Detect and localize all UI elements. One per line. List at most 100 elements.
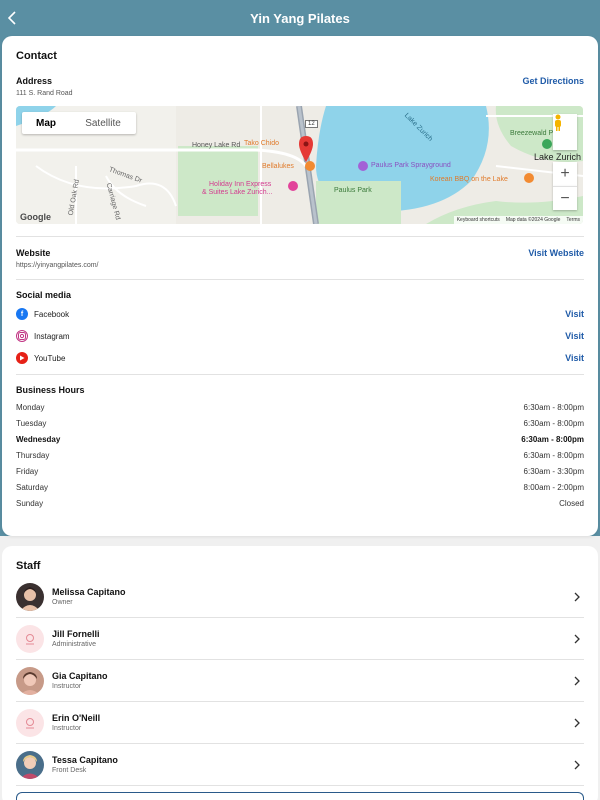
hours-day: Thursday [16,450,50,460]
website-label: Website [16,248,51,258]
hours-day: Wednesday [16,434,61,444]
staff-card: Staff Melissa Capitano Owner Jill Fornel… [2,546,598,800]
youtube-icon [16,352,28,364]
avatar [16,750,44,779]
map-label-sprayground: Paulus Park Sprayground [371,162,451,169]
chevron-right-icon [570,674,584,688]
website-value: https://yinyangpilates.com/ [16,262,99,269]
hours-row-thursday: Thursday 6:30am - 8:00pm [16,447,584,463]
hours-day: Friday [16,466,39,476]
social-media-title: Social media [16,290,72,300]
zoom-in-button[interactable]: + [553,162,577,186]
staff-role: Front Desk [52,767,87,774]
social-name: YouTube [34,353,66,363]
hours-row-sunday: Sunday Closed [16,495,584,511]
staff-role: Instructor [52,683,82,690]
divider [16,279,584,280]
hours-day: Tuesday [16,418,47,428]
youtube-visit-link[interactable]: Visit [565,353,584,363]
hours-time: 6:30am - 8:00pm [521,434,584,444]
get-directions-link[interactable]: Get Directions [522,76,584,86]
hours-time: 6:30am - 8:00pm [523,402,584,412]
map-label-bellalukes: Bellalukes [262,163,294,170]
facebook-icon: f [16,308,28,320]
facebook-visit-link[interactable]: Visit [565,309,584,319]
hours-day: Saturday [16,482,49,492]
street-view-pegman[interactable] [553,114,577,150]
hours-row-wednesday: Wednesday 6:30am - 8:00pm [16,431,584,447]
chevron-right-icon [570,632,584,646]
chevron-right-icon [570,716,584,730]
visit-website-link[interactable]: Visit Website [528,248,584,258]
website-row: Website https://yinyangpilates.com/ Visi… [16,248,584,269]
map-label-holiday-inn-1: Holiday Inn Express [209,181,272,188]
partial-button-edge[interactable] [16,792,584,800]
address-value: 111 S. Rand Road [16,90,73,97]
social-name: Instagram [34,331,70,341]
avatar [16,582,44,611]
staff-row[interactable]: Gia Capitano Instructor [16,660,584,702]
divider [16,236,584,237]
back-button[interactable] [2,6,22,30]
divider [16,374,584,375]
staff-name: Jill Fornelli [52,629,100,639]
top-bar: Yin Yang Pilates [0,0,600,36]
contact-card: Contact Address 111 S. Rand Road Get Dir… [2,36,598,536]
instagram-visit-link[interactable]: Visit [565,331,584,341]
keyboard-shortcuts-link[interactable]: Keyboard shortcuts [457,217,500,223]
map-label-route: 12 [305,120,318,128]
terms-link[interactable]: Terms [566,217,580,223]
hours-row-tuesday: Tuesday 6:30am - 8:00pm [16,415,584,431]
map-view[interactable]: Map Satellite Honey Lake Rd Tako Chido B… [16,106,583,224]
social-row-youtube: YouTube Visit [16,347,584,369]
yin-yang-logo-icon [26,633,34,644]
hours-time: 6:30am - 8:00pm [523,418,584,428]
map-tab-map[interactable]: Map [22,112,70,134]
map-type-tabs: Map Satellite [22,112,136,134]
staff-role: Instructor [52,725,82,732]
chevron-left-icon [8,11,16,25]
hours-time: 6:30am - 3:30pm [523,466,584,476]
staff-name: Gia Capitano [52,671,108,681]
staff-row[interactable]: Erin O'Neill Instructor [16,702,584,744]
hours-time: Closed [559,498,584,508]
page-title: Yin Yang Pilates [250,10,350,26]
zoom-out-button[interactable]: − [553,186,577,210]
map-attribution: Keyboard shortcuts Map data ©2024 Google… [453,216,583,224]
instagram-icon [16,330,28,342]
business-hours-title: Business Hours [16,385,85,395]
map-label-tako: Tako Chido [244,140,280,147]
address-label: Address [16,76,53,86]
hours-time: 8:00am - 2:00pm [523,482,584,492]
staff-name: Erin O'Neill [52,713,101,723]
hours-day: Sunday [16,498,44,508]
hours-row-saturday: Saturday 8:00am - 2:00pm [16,479,584,495]
staff-row[interactable]: Tessa Capitano Front Desk [16,744,584,786]
hours-row-monday: Monday 6:30am - 8:00pm [16,399,584,415]
social-row-instagram: Instagram Visit [16,325,584,347]
avatar-placeholder [16,708,44,737]
staff-name: Tessa Capitano [52,755,118,765]
avatar-placeholder [16,624,44,653]
hours-row-friday: Friday 6:30am - 3:30pm [16,463,584,479]
chevron-right-icon [570,758,584,772]
staff-row[interactable]: Jill Fornelli Administrative [16,618,584,660]
map-label-lake-town: Lake Zurich [534,152,582,162]
map-tab-satellite[interactable]: Satellite [70,112,136,134]
hours-day: Monday [16,402,45,412]
pegman-icon [555,114,561,131]
map-label-honey-lake: Honey Lake Rd [192,142,241,149]
yin-yang-logo-icon [26,717,34,728]
map-label-paulus-park: Paulus Park [334,187,372,194]
chevron-right-icon [570,590,584,604]
staff-name: Melissa Capitano [52,587,126,597]
avatar [16,666,44,695]
map-data-text: Map data ©2024 Google [505,217,561,223]
staff-row[interactable]: Melissa Capitano Owner [16,576,584,618]
address-row: Address 111 S. Rand Road Get Directions [16,76,584,97]
map-label-holiday-inn-2: & Suites Lake Zurich... [202,189,273,196]
map-label-korean-bbq: Korean BBQ on the Lake [430,176,508,183]
staff-role: Owner [52,599,73,606]
contact-title: Contact [16,50,57,62]
social-name: Facebook [34,309,70,319]
